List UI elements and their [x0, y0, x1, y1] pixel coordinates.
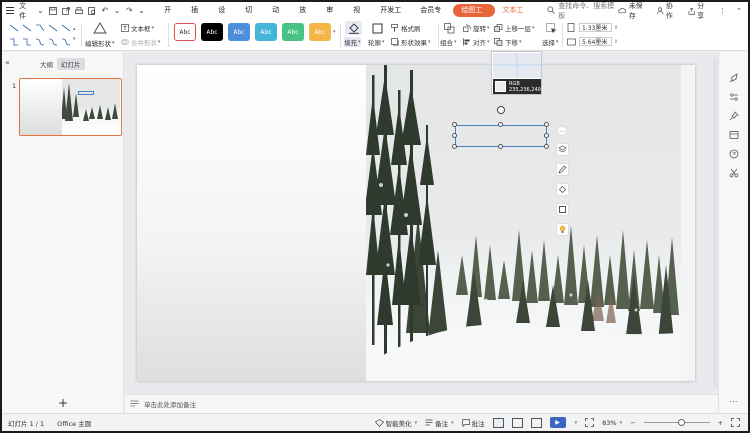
window-frame [0, 0, 750, 433]
